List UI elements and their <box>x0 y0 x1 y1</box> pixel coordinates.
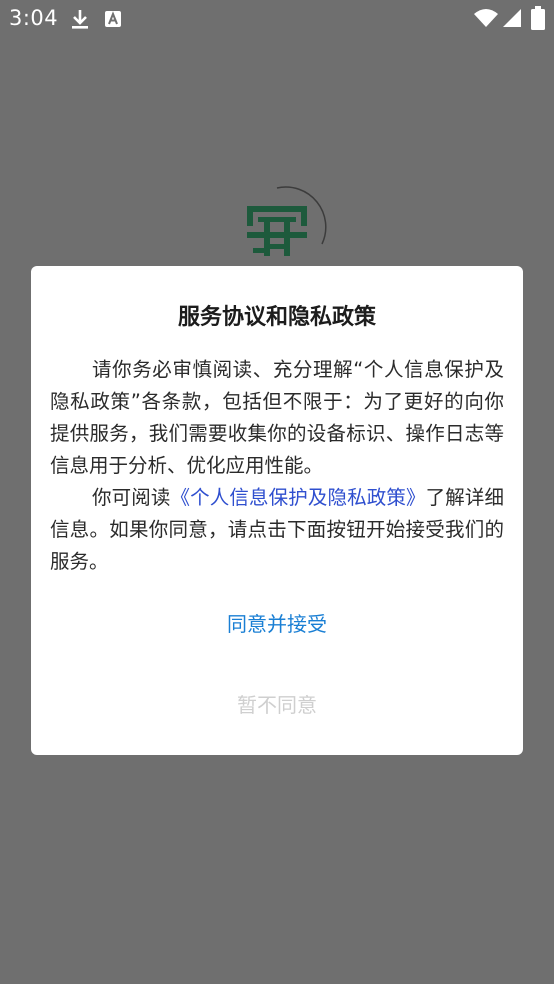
privacy-dialog: 服务协议和隐私政策 请你务必审慎阅读、充分理解“个人信息保护及隐私政策”各条款，… <box>31 266 523 755</box>
battery-icon <box>531 6 545 34</box>
signal-icon <box>502 8 522 32</box>
agree-button[interactable]: 同意并接受 <box>31 608 523 637</box>
policy-paragraph-2: 你可阅读《个人信息保护及隐私政策》了解详细信息。如果你同意，请点击下面按钮开始接… <box>50 482 504 578</box>
status-bar: 3:04 <box>0 0 554 38</box>
download-icon <box>70 8 90 34</box>
a-icon <box>104 10 122 32</box>
dialog-body: 请你务必审慎阅读、充分理解“个人信息保护及隐私政策”各条款，包括但不限于：为了更… <box>50 354 504 578</box>
para2-prefix: 你可阅读 <box>92 486 171 509</box>
dialog-title: 服务协议和隐私政策 <box>177 305 376 330</box>
policy-paragraph-1: 请你务必审慎阅读、充分理解“个人信息保护及隐私政策”各条款，包括但不限于：为了更… <box>50 358 504 477</box>
status-time: 3:04 <box>9 6 59 30</box>
disagree-button[interactable]: 暂不同意 <box>31 689 523 718</box>
privacy-policy-link[interactable]: 《个人信息保护及隐私政策》 <box>171 486 426 509</box>
an-shield-logo-icon <box>244 186 328 266</box>
wifi-icon <box>474 8 498 32</box>
